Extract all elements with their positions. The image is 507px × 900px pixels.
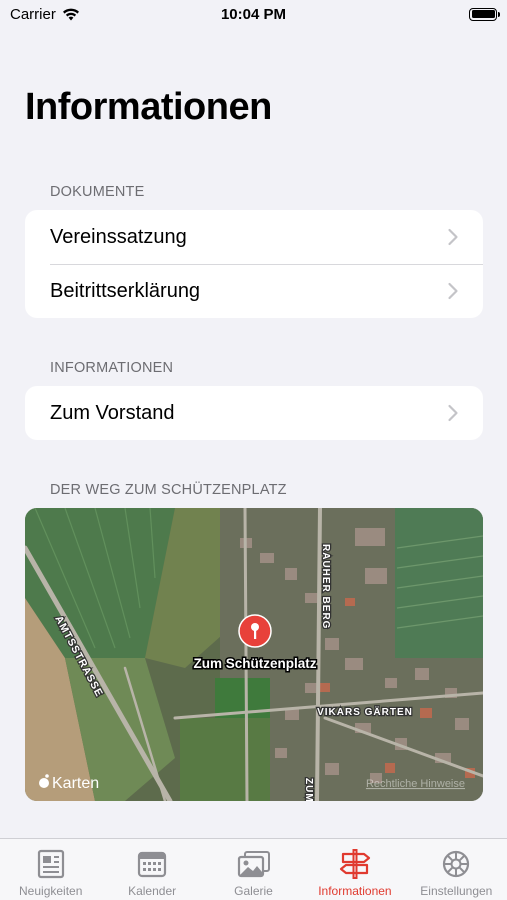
calendar-icon (138, 851, 167, 878)
tab-bar: Neuigkeiten Kalender Galerie Information… (0, 838, 507, 900)
map-pin-label: Zum Schützenplatz (193, 656, 316, 671)
tab-label: Einstellungen (420, 884, 493, 898)
page-title: Informationen (25, 86, 272, 128)
carrier-label: Carrier (10, 5, 56, 23)
wifi-icon (62, 8, 79, 20)
group-dokumente: Vereinssatzung Beitrittserklärung (25, 210, 483, 318)
tab-kalender[interactable]: Kalender (101, 839, 202, 900)
row-label: Vereinssatzung (50, 225, 187, 248)
signpost-icon (339, 849, 371, 879)
chevron-right-icon (448, 282, 458, 300)
map-pin-icon[interactable] (238, 614, 272, 648)
row-label: Zum Vorstand (50, 401, 175, 424)
map-legal-link[interactable]: Rechtliche Hinweise (366, 778, 465, 790)
status-bar: Carrier 10:04 PM (0, 0, 507, 28)
map-brand: Karten (52, 775, 99, 792)
tab-neuigkeiten[interactable]: Neuigkeiten (0, 839, 101, 900)
row-beitrittserklaerung[interactable]: Beitrittserklärung (25, 264, 483, 318)
tab-label: Informationen (318, 884, 392, 898)
row-vereinssatzung[interactable]: Vereinssatzung (25, 210, 483, 264)
section-header-dokumente: DOKUMENTE (50, 184, 145, 200)
tab-label: Galerie (234, 884, 273, 898)
section-header-weg: DER WEG ZUM SCHÜTZENPLATZ (50, 482, 287, 498)
map-canvas[interactable]: Zum Schützenplatz AMTSSTRASSE RAUHER BER… (25, 508, 483, 801)
tab-label: Kalender (128, 884, 177, 898)
chevron-right-icon (448, 404, 458, 422)
gear-icon (443, 850, 470, 878)
tab-einstellungen[interactable]: Einstellungen (406, 839, 507, 900)
status-right (327, 7, 500, 21)
row-zum-vorstand[interactable]: Zum Vorstand (25, 386, 483, 440)
newspaper-icon (37, 849, 64, 879)
tab-galerie[interactable]: Galerie (203, 839, 304, 900)
status-left: Carrier (10, 6, 180, 23)
battery-icon (469, 7, 500, 21)
street-label-vikars-gaerten: VIKARS GÄRTEN (317, 705, 413, 718)
row-label: Beitrittserklärung (50, 279, 201, 302)
satellite-map[interactable]: Zum Schützenplatz AMTSSTRASSE RAUHER BER… (25, 508, 483, 801)
tab-label: Neuigkeiten (19, 884, 83, 898)
status-time: 10:04 PM (220, 5, 287, 23)
photos-icon (237, 851, 270, 878)
section-header-informationen: INFORMATIONEN (50, 360, 174, 376)
group-informationen: Zum Vorstand (25, 386, 483, 440)
street-label-rauher-berg: RAUHER BERG (320, 544, 331, 629)
chevron-right-icon (448, 228, 458, 246)
tab-informationen[interactable]: Informationen (304, 839, 405, 900)
street-label-zum: ZUM (303, 778, 314, 801)
